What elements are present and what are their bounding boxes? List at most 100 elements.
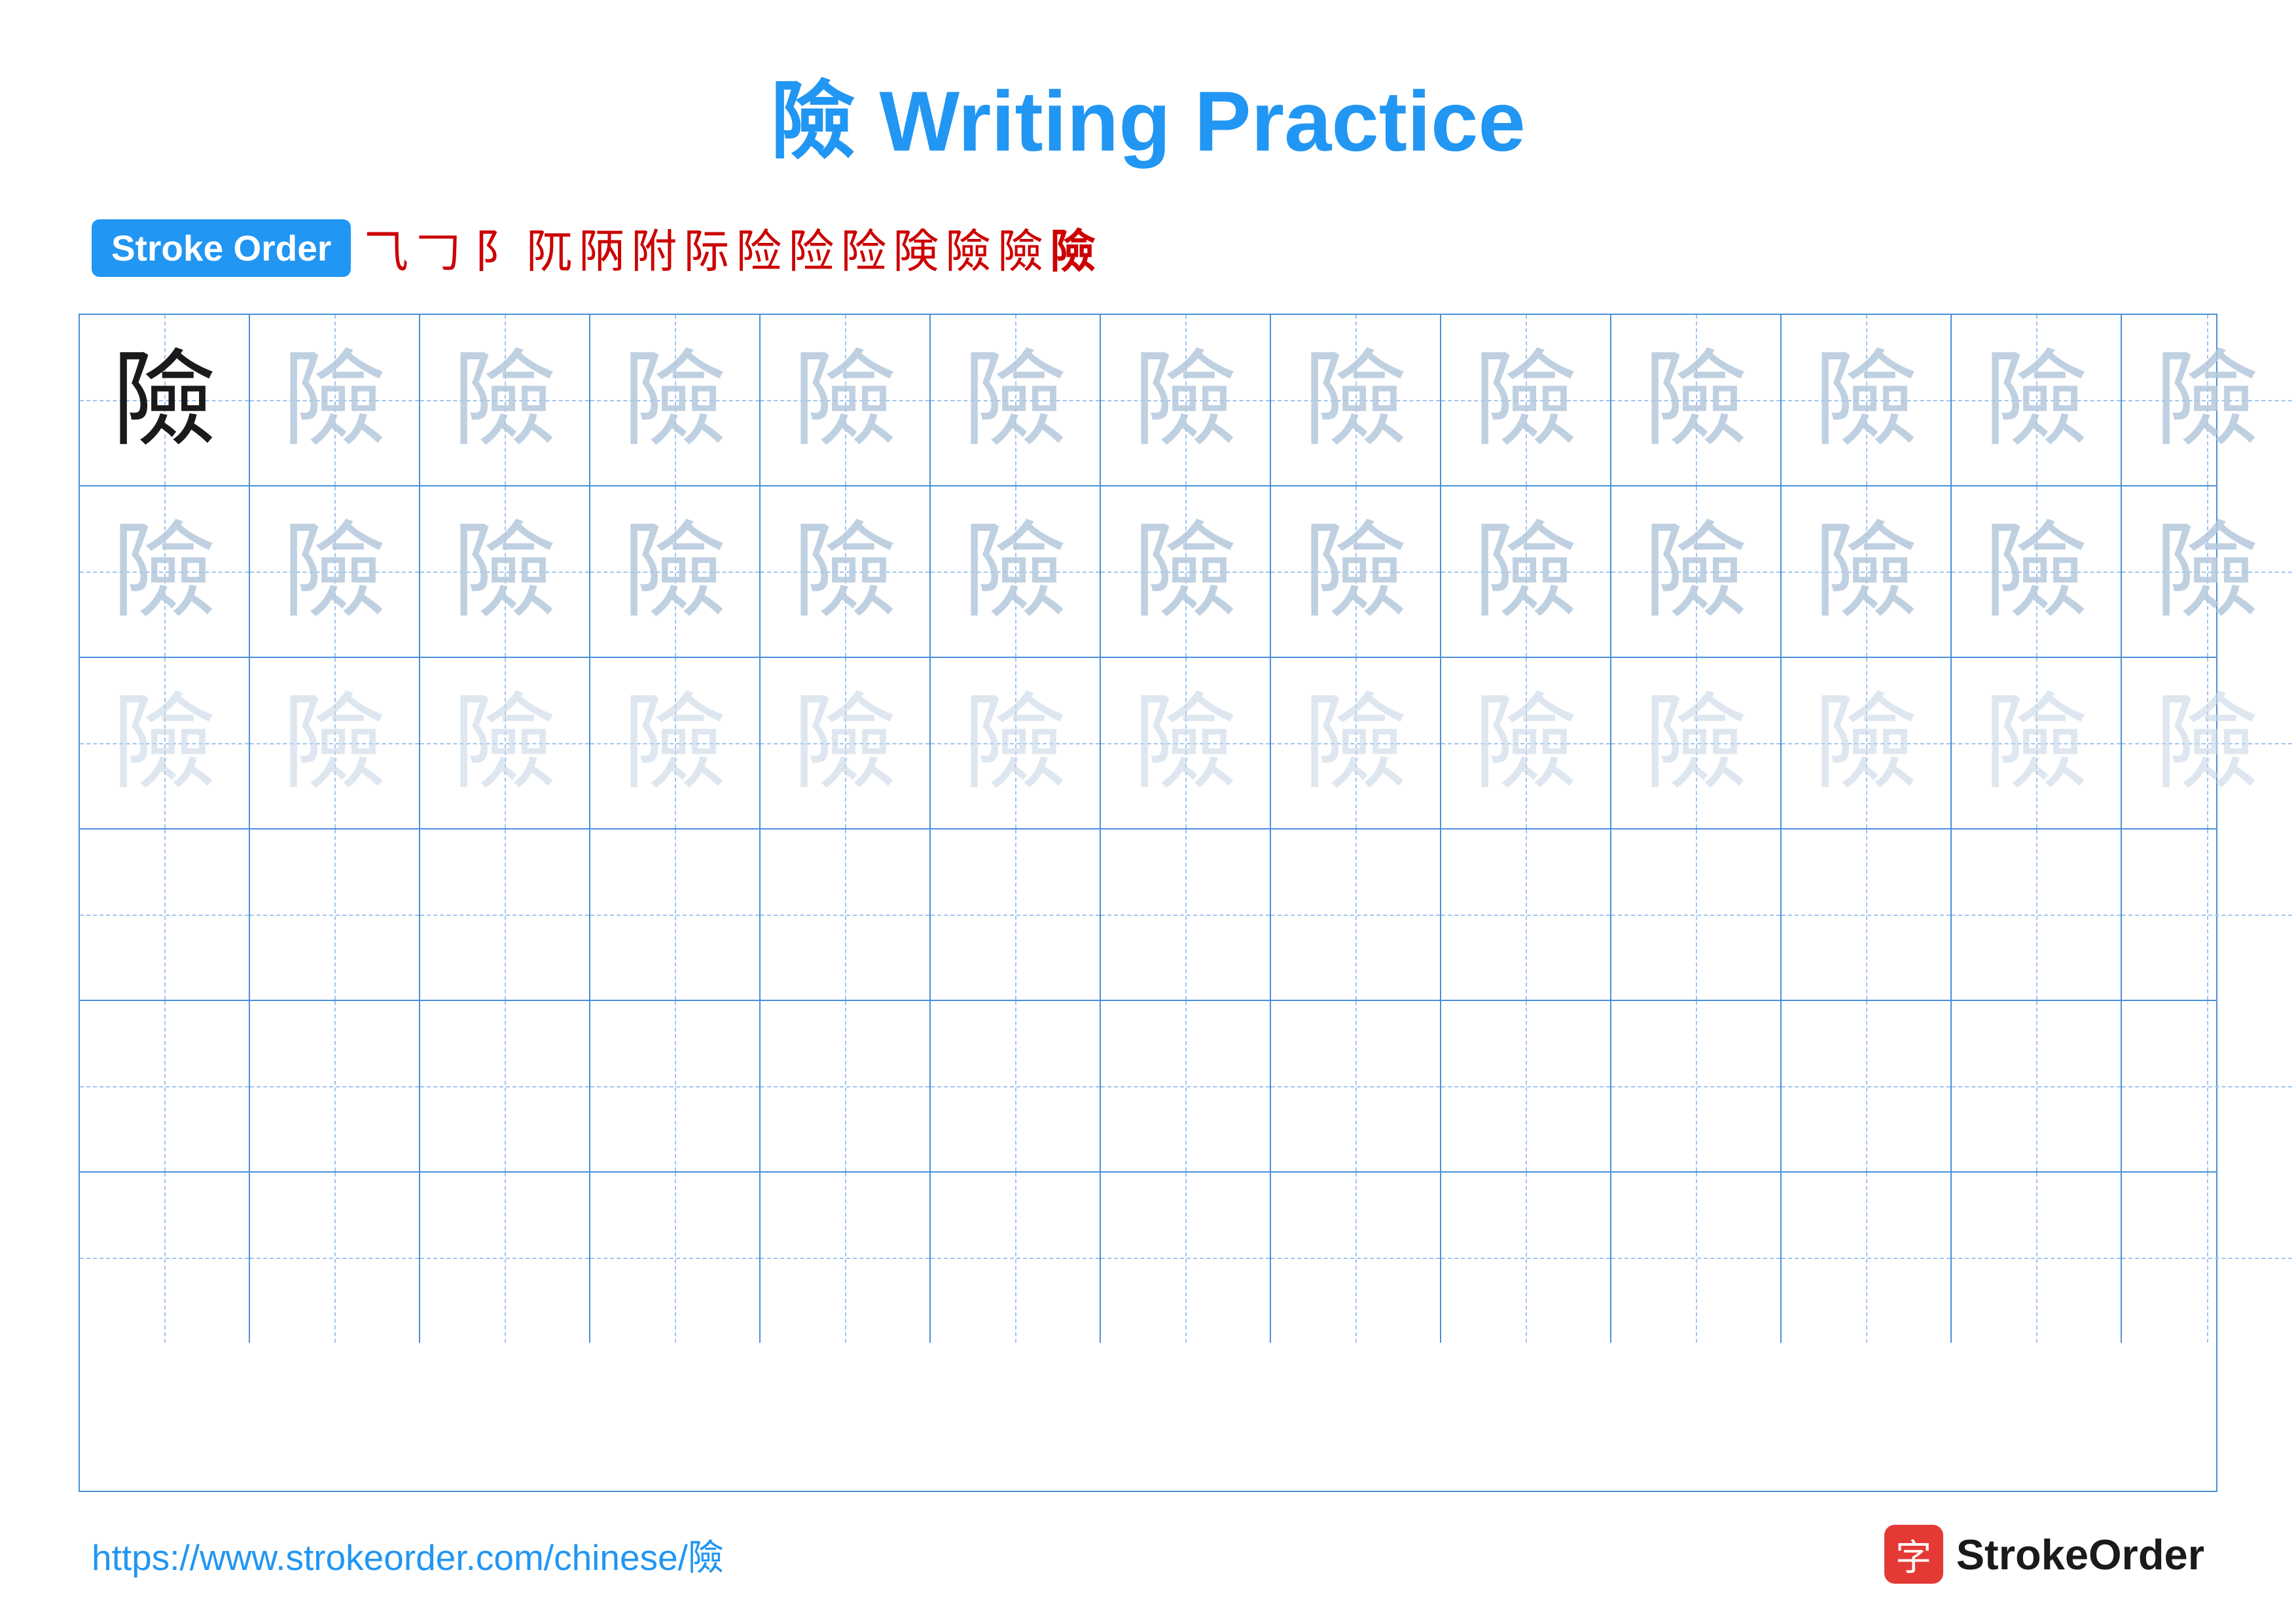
cell-r4-c13[interactable] — [2122, 830, 2292, 1000]
cell-r5-c7[interactable] — [1101, 1001, 1271, 1171]
practice-grid: 險 險 險 險 險 險 險 險 險 險 險 險 險 險 險 險 險 險 險 險 … — [79, 314, 2217, 1492]
cell-r3-c10: 險 — [1611, 658, 1782, 828]
cell-r3-c1: 險 — [80, 658, 250, 828]
cell-r2-c5: 險 — [761, 486, 931, 657]
cell-r5-c11[interactable] — [1782, 1001, 1952, 1171]
cell-r1-c3: 險 — [420, 315, 590, 485]
cell-r5-c2[interactable] — [250, 1001, 420, 1171]
cell-r1-c9: 險 — [1441, 315, 1611, 485]
cell-r5-c9[interactable] — [1441, 1001, 1611, 1171]
stroke-step-5: 阢 — [526, 215, 572, 281]
grid-row-2: 險 險 險 險 險 險 險 險 險 險 險 險 險 — [80, 486, 2216, 658]
cell-r5-c12[interactable] — [1952, 1001, 2122, 1171]
cell-r1-c13: 險 — [2122, 315, 2292, 485]
cell-r2-c7: 險 — [1101, 486, 1271, 657]
stroke-step-1: ⺄ — [363, 215, 408, 281]
cell-r2-c6: 險 — [931, 486, 1101, 657]
page-title: 險 Writing Practice — [770, 52, 1525, 175]
cell-r4-c10[interactable] — [1611, 830, 1782, 1000]
cell-r4-c1[interactable] — [80, 830, 250, 1000]
cell-r2-c12: 險 — [1952, 486, 2122, 657]
cell-r5-c4[interactable] — [590, 1001, 761, 1171]
cell-r4-c7[interactable] — [1101, 830, 1271, 1000]
stroke-step-10: 险 — [788, 215, 834, 281]
cell-r1-c1: 險 — [80, 315, 250, 485]
cell-r6-c6[interactable] — [931, 1173, 1101, 1343]
stroke-sequence: ⺄ 𠃌 𠃎 阝 阢 陃 附 际 险 险 险 険 險 險 險 — [363, 215, 1096, 281]
cell-r3-c4: 險 — [590, 658, 761, 828]
cell-r1-c12: 險 — [1952, 315, 2122, 485]
cell-r3-c11: 險 — [1782, 658, 1952, 828]
cell-r6-c7[interactable] — [1101, 1173, 1271, 1343]
cell-r1-c7: 險 — [1101, 315, 1271, 485]
cell-r3-c5: 險 — [761, 658, 931, 828]
cell-r3-c3: 險 — [420, 658, 590, 828]
stroke-step-14: 險 — [997, 215, 1043, 281]
stroke-step-11: 险 — [840, 215, 886, 281]
stroke-step-6: 陃 — [579, 215, 624, 281]
stroke-step-8: 际 — [683, 215, 729, 281]
cell-r3-c9: 險 — [1441, 658, 1611, 828]
stroke-order-badge: Stroke Order — [92, 219, 351, 277]
logo-icon: 字 — [1884, 1525, 1943, 1584]
cell-r5-c5[interactable] — [761, 1001, 931, 1171]
cell-r2-c8: 險 — [1271, 486, 1441, 657]
stroke-step-2: 𠃌 — [415, 215, 461, 281]
stroke-step-4: 阝 — [474, 215, 520, 281]
cell-r2-c2: 險 — [250, 486, 420, 657]
cell-r1-c5: 險 — [761, 315, 931, 485]
cell-r1-c10: 險 — [1611, 315, 1782, 485]
cell-r3-c7: 險 — [1101, 658, 1271, 828]
grid-row-3: 險 險 險 險 險 險 險 險 險 險 險 險 險 — [80, 658, 2216, 830]
cell-r3-c8: 險 — [1271, 658, 1441, 828]
cell-r4-c9[interactable] — [1441, 830, 1611, 1000]
cell-r4-c3[interactable] — [420, 830, 590, 1000]
cell-r6-c8[interactable] — [1271, 1173, 1441, 1343]
cell-r5-c8[interactable] — [1271, 1001, 1441, 1171]
cell-r6-c2[interactable] — [250, 1173, 420, 1343]
char-dark: 險 — [112, 348, 217, 452]
cell-r5-c10[interactable] — [1611, 1001, 1782, 1171]
cell-r6-c12[interactable] — [1952, 1173, 2122, 1343]
stroke-step-9: 险 — [736, 215, 781, 281]
cell-r1-c2: 險 — [250, 315, 420, 485]
cell-r6-c9[interactable] — [1441, 1173, 1611, 1343]
footer-url[interactable]: https://www.strokeorder.com/chinese/險 — [92, 1528, 724, 1580]
cell-r2-c3: 險 — [420, 486, 590, 657]
stroke-step-13: 險 — [945, 215, 991, 281]
cell-r4-c5[interactable] — [761, 830, 931, 1000]
cell-r1-c4: 險 — [590, 315, 761, 485]
cell-r4-c11[interactable] — [1782, 830, 1952, 1000]
grid-row-4 — [80, 830, 2216, 1001]
cell-r6-c4[interactable] — [590, 1173, 761, 1343]
cell-r6-c1[interactable] — [80, 1173, 250, 1343]
stroke-step-final: 險 — [1050, 215, 1096, 281]
footer-logo: 字 StrokeOrder — [1884, 1525, 2204, 1584]
footer: https://www.strokeorder.com/chinese/險 字 … — [79, 1525, 2217, 1584]
cell-r4-c2[interactable] — [250, 830, 420, 1000]
grid-row-5 — [80, 1001, 2216, 1173]
cell-r1-c8: 險 — [1271, 315, 1441, 485]
cell-r5-c1[interactable] — [80, 1001, 250, 1171]
cell-r2-c4: 險 — [590, 486, 761, 657]
stroke-step-7: 附 — [631, 215, 677, 281]
cell-r5-c13[interactable] — [2122, 1001, 2292, 1171]
cell-r1-c6: 險 — [931, 315, 1101, 485]
cell-r5-c3[interactable] — [420, 1001, 590, 1171]
logo-text: StrokeOrder — [1956, 1530, 2204, 1579]
cell-r3-c6: 險 — [931, 658, 1101, 828]
cell-r4-c4[interactable] — [590, 830, 761, 1000]
cell-r6-c11[interactable] — [1782, 1173, 1952, 1343]
cell-r3-c12: 險 — [1952, 658, 2122, 828]
cell-r6-c10[interactable] — [1611, 1173, 1782, 1343]
cell-r6-c3[interactable] — [420, 1173, 590, 1343]
cell-r4-c6[interactable] — [931, 830, 1101, 1000]
grid-row-6 — [80, 1173, 2216, 1343]
cell-r4-c12[interactable] — [1952, 830, 2122, 1000]
cell-r2-c1: 險 — [80, 486, 250, 657]
cell-r6-c13[interactable] — [2122, 1173, 2292, 1343]
stroke-step-12: 険 — [893, 215, 939, 281]
cell-r5-c6[interactable] — [931, 1001, 1101, 1171]
cell-r6-c5[interactable] — [761, 1173, 931, 1343]
cell-r4-c8[interactable] — [1271, 830, 1441, 1000]
